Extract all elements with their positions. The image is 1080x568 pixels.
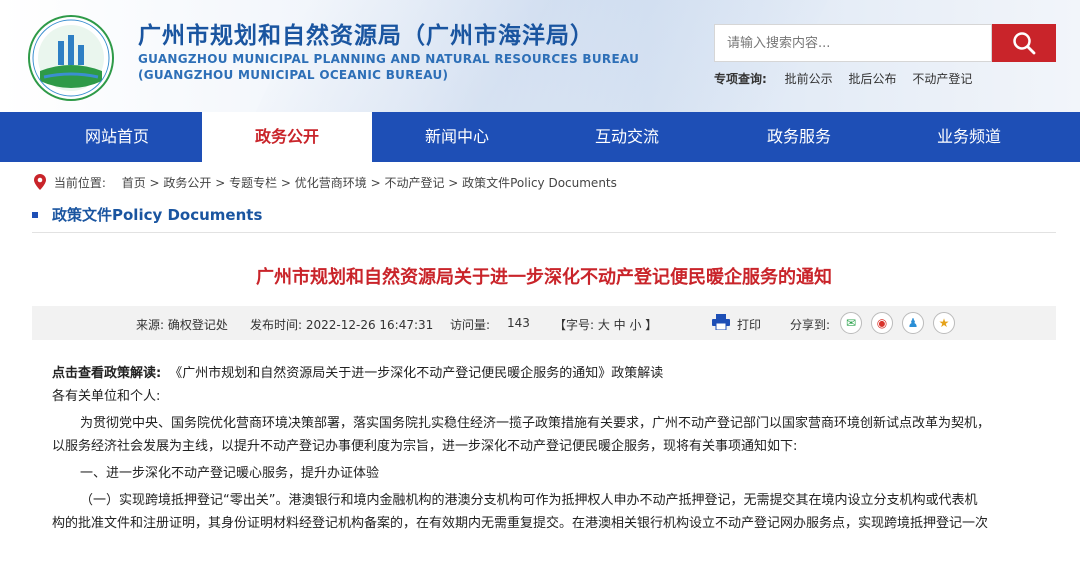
nav-item-interaction[interactable]: 互动交流 [542, 112, 712, 162]
visits-label: 访问量: [450, 318, 491, 332]
nav-item-services[interactable]: 政务服务 [714, 112, 884, 162]
quick-links: 专项查询: 批前公示 批后公布 不动产登记 [714, 70, 984, 87]
quick-link-pre-approval[interactable]: 批前公示 [785, 72, 833, 86]
bureau-logo[interactable] [28, 15, 114, 101]
policy-interpretation-line: 点击查看政策解读: 《广州市规划和自然资源局关于进一步深化不动产登记便民暖企服务的… [52, 362, 1042, 385]
font-size-selector[interactable]: 【字号: 大 中 小 】 [554, 316, 657, 333]
visits-count: 143 [507, 316, 530, 330]
nav-item-gov-affairs[interactable]: 政务公开 [202, 112, 372, 162]
section-title-text: 政策文件Policy Documents [52, 206, 263, 224]
location-pin-icon [34, 174, 46, 190]
breadcrumb: 当前位置: 首页 > 政务公开 > 专题专栏 > 优化营商环境 > 不动产登记 … [34, 174, 617, 191]
search-button[interactable] [992, 24, 1056, 62]
quick-link-real-estate[interactable]: 不动产登记 [912, 72, 972, 86]
interpretation-link[interactable]: 《广州市规划和自然资源局关于进一步深化不动产登记便民暖企服务的通知》政策解读 [169, 366, 663, 381]
article-title: 广州市规划和自然资源局关于进一步深化不动产登记便民暖企服务的通知 [256, 267, 832, 288]
nav-item-business[interactable]: 业务频道 [884, 112, 1054, 162]
nav-item-home[interactable]: 网站首页 [32, 112, 202, 162]
body-paragraph-1: 为贯彻党中央、国务院优化营商环境决策部署，落实国务院扎实稳住经济一揽子政策措施有… [80, 416, 991, 431]
search-box [714, 24, 992, 62]
body-paragraph-2: （一）实现跨境抵押登记“零出关”。港澳银行和境内金融机构的港澳分支机构可作为抵押… [80, 493, 978, 508]
quick-links-label: 专项查询: [714, 72, 767, 86]
breadcrumb-label: 当前位置: [53, 176, 106, 190]
nav-item-news[interactable]: 新闻中心 [372, 112, 542, 162]
section-divider [32, 232, 1056, 233]
wechat-share-icon[interactable]: ✉ [840, 312, 862, 334]
article-source: 来源: 确权登记处 [136, 318, 228, 332]
salutation: 各有关单位和个人: [52, 389, 161, 404]
print-button[interactable]: 打印 [737, 316, 761, 333]
article-meta-bar: 来源: 确权登记处 发布时间: 2022-12-26 16:47:31 访问量:… [32, 306, 1056, 340]
quick-link-post-approval[interactable]: 批后公布 [848, 72, 896, 86]
section-bullet [32, 211, 38, 218]
article-publish-time: 发布时间: 2022-12-26 16:47:31 [250, 318, 434, 332]
breadcrumb-path[interactable]: 首页 > 政务公开 > 专题专栏 > 优化营商环境 > 不动产登记 > 政策文件… [122, 176, 617, 190]
site-subtitle-en: (GUANGZHOU MUNICIPAL OCEANIC BUREAU) [138, 68, 449, 82]
site-title: 广州市规划和自然资源局（广州市海洋局） [138, 23, 594, 49]
share-label: 分享到: [790, 318, 831, 332]
qzone-share-icon[interactable]: ★ [933, 312, 955, 334]
section-title: 政策文件Policy Documents [32, 204, 262, 225]
search-input[interactable] [715, 25, 991, 61]
body-paragraph-1-cont: 以服务经济社会发展为主线，以提升不动产登记办事便利度为宗旨，进一步深化不动产登记… [52, 439, 798, 454]
search-icon [1013, 32, 1036, 55]
body-heading-1: 一、进一步深化不动产登记暖心服务，提升办证体验 [80, 466, 380, 481]
site-header: 广州市规划和自然资源局（广州市海洋局） GUANGZHOU MUNICIPAL … [0, 0, 1080, 112]
print-icon[interactable] [712, 314, 730, 333]
body-paragraph-2-cont: 构的批准文件和注册证明，其身份证明材料经登记机构备案的，在有效期内无需重复提交。… [52, 516, 989, 531]
site-title-en: GUANGZHOU MUNICIPAL PLANNING AND NATURAL… [138, 52, 640, 66]
qq-share-icon[interactable]: ♟ [902, 312, 924, 334]
main-nav: 网站首页 政务公开 新闻中心 互动交流 政务服务 业务频道 [0, 112, 1080, 162]
interpretation-label: 点击查看政策解读: [52, 366, 162, 381]
weibo-share-icon[interactable]: ◉ [871, 312, 893, 334]
article-body: 点击查看政策解读: 《广州市规划和自然资源局关于进一步深化不动产登记便民暖企服务的… [52, 362, 1042, 535]
